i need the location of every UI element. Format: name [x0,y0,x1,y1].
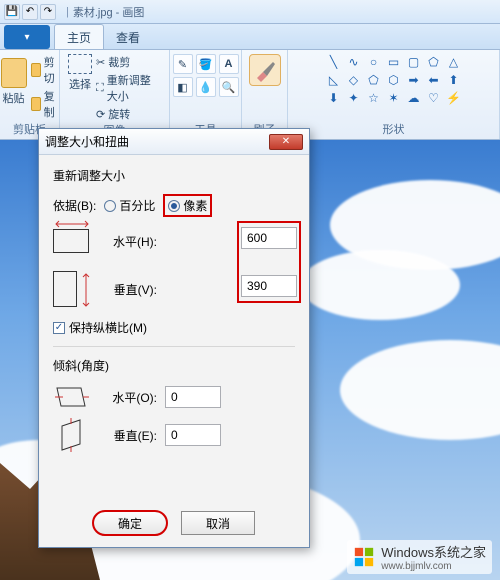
group-clipboard: 粘贴 剪切 复制 剪贴板 [0,50,60,139]
redo-icon[interactable]: ↷ [40,4,56,20]
tab-view[interactable]: 查看 [104,25,152,49]
skew-section-label: 倾斜(角度) [53,357,295,374]
vertical-icon [53,271,77,307]
shape-line[interactable]: ╲ [325,54,343,70]
brush-button[interactable] [249,54,281,86]
ribbon: 粘贴 剪切 复制 剪贴板 选择 ✂裁剪 ⛶重新调整大小 ⟳旋转 图像 ✎ 🪣 [0,50,500,140]
crop-icon: ✂ [96,56,105,69]
shape-star6[interactable]: ✶ [385,90,403,106]
shape-arrow-d[interactable]: ⬇ [325,90,343,106]
shape-lightning[interactable]: ⚡ [445,90,463,106]
shape-diamond[interactable]: ◇ [345,72,363,88]
zoom-tool[interactable]: 🔍 [219,77,239,97]
watermark-url: www.bjjmlv.com [381,561,486,572]
vertical-label: 垂直(V): [85,281,157,298]
keep-ratio-checkbox[interactable]: ✓ 保持纵横比(M) [53,319,295,336]
radio-pixels[interactable]: 像素 [163,194,212,217]
text-tool[interactable]: A [219,54,239,74]
select-icon [68,54,92,74]
checkbox-icon: ✓ [53,322,65,334]
rotate-icon: ⟳ [96,108,105,121]
app-name: 画图 [122,7,144,19]
dialog-title: 调整大小和扭曲 [45,133,129,150]
resize-dialog: 调整大小和扭曲 ✕ 重新调整大小 依据(B): 百分比 像素 水平(H): 垂直… [38,128,310,548]
window-title: 素材.jpg - 画图 [73,4,145,20]
shape-hexagon[interactable]: ⬡ [385,72,403,88]
shape-pentagon[interactable]: ⬠ [365,72,383,88]
ok-button[interactable]: 确定 [93,511,167,535]
shape-rect[interactable]: ▭ [385,54,403,70]
paste-button[interactable]: 粘贴 [1,58,27,120]
quick-access-toolbar: 💾 ↶ ↷ [4,4,56,20]
cloud-shape [300,250,460,320]
tab-home[interactable]: 主页 [54,24,104,49]
shape-arrow-r[interactable]: ➡ [405,72,423,88]
resize-button[interactable]: ⛶重新调整大小 [96,72,161,104]
cut-button[interactable]: 剪切 [31,54,59,86]
shape-polygon[interactable]: ⬠ [425,54,443,70]
copy-button[interactable]: 复制 [31,88,59,120]
picker-tool[interactable]: 💧 [196,77,216,97]
filename: 素材.jpg [73,7,113,19]
copy-icon [31,97,41,111]
shape-arrow-l[interactable]: ⬅ [425,72,443,88]
select-button[interactable]: 选择 [68,54,92,92]
cloud-shape [340,340,500,440]
skew-v-label: 垂直(E): [97,427,157,444]
horizontal-label: 水平(H): [97,233,157,250]
shape-star4[interactable]: ✦ [345,90,363,106]
shape-oval[interactable]: ○ [365,54,383,70]
watermark-text: Windows系统之家 [381,545,486,560]
windows-logo-icon [353,546,375,568]
resize-section-label: 重新调整大小 [53,167,295,184]
shape-roundrect[interactable]: ▢ [405,54,423,70]
cancel-button[interactable]: 取消 [181,511,255,535]
title-bar: 💾 ↶ ↷ | 素材.jpg - 画图 [0,0,500,24]
shape-callout[interactable]: ☁ [405,90,423,106]
fill-tool[interactable]: 🪣 [196,54,216,74]
shape-curve[interactable]: ∿ [345,54,363,70]
shape-star5[interactable]: ☆ [365,90,383,106]
resize-icon: ⛶ [96,82,104,95]
watermark: Windows系统之家 www.bjjmlv.com [347,540,492,574]
file-menu-button[interactable]: ▾ [4,25,50,49]
skew-vertical-input[interactable] [165,424,221,446]
eraser-tool[interactable]: ◧ [173,77,193,97]
shape-arrow-u[interactable]: ⬆ [445,72,463,88]
ribbon-tabs: ▾ 主页 查看 [0,24,500,50]
group-tools: ✎ 🪣 A ◧ 💧 🔍 工具 [170,50,242,139]
save-icon[interactable]: 💾 [4,4,20,20]
pencil-tool[interactable]: ✎ [173,54,193,74]
skew-horizontal-input[interactable] [165,386,221,408]
horizontal-icon [53,229,89,253]
shape-heart[interactable]: ♡ [425,90,443,106]
group-brush: 刷子 [242,50,288,139]
horizontal-input[interactable] [241,227,297,249]
close-button[interactable]: ✕ [269,134,303,150]
crop-button[interactable]: ✂裁剪 [96,54,161,70]
shape-triangle[interactable]: △ [445,54,463,70]
separator [53,346,295,347]
skew-horizontal-icon [53,384,89,410]
skew-h-label: 水平(O): [97,389,157,406]
group-shapes: ╲ ∿ ○ ▭ ▢ ⬠ △ ◺ ◇ ⬠ ⬡ ➡ ⬅ ⬆ ⬇ ✦ ☆ ✶ ☁ ♡ … [288,50,500,139]
radio-icon [104,200,116,212]
scissors-icon [31,63,41,77]
group-label: 形状 [383,121,405,137]
radio-percent[interactable]: 百分比 [104,197,155,214]
dialog-titlebar[interactable]: 调整大小和扭曲 ✕ [39,129,309,155]
highlight-box [237,221,301,303]
by-label: 依据(B): [53,197,96,214]
rotate-button[interactable]: ⟳旋转 [96,106,161,122]
radio-icon [168,200,180,212]
separator: | [66,6,69,18]
vertical-input[interactable] [241,275,297,297]
skew-vertical-icon [53,422,89,448]
group-image: 选择 ✂裁剪 ⛶重新调整大小 ⟳旋转 图像 [60,50,170,139]
undo-icon[interactable]: ↶ [22,4,38,20]
shape-rtriangle[interactable]: ◺ [325,72,343,88]
